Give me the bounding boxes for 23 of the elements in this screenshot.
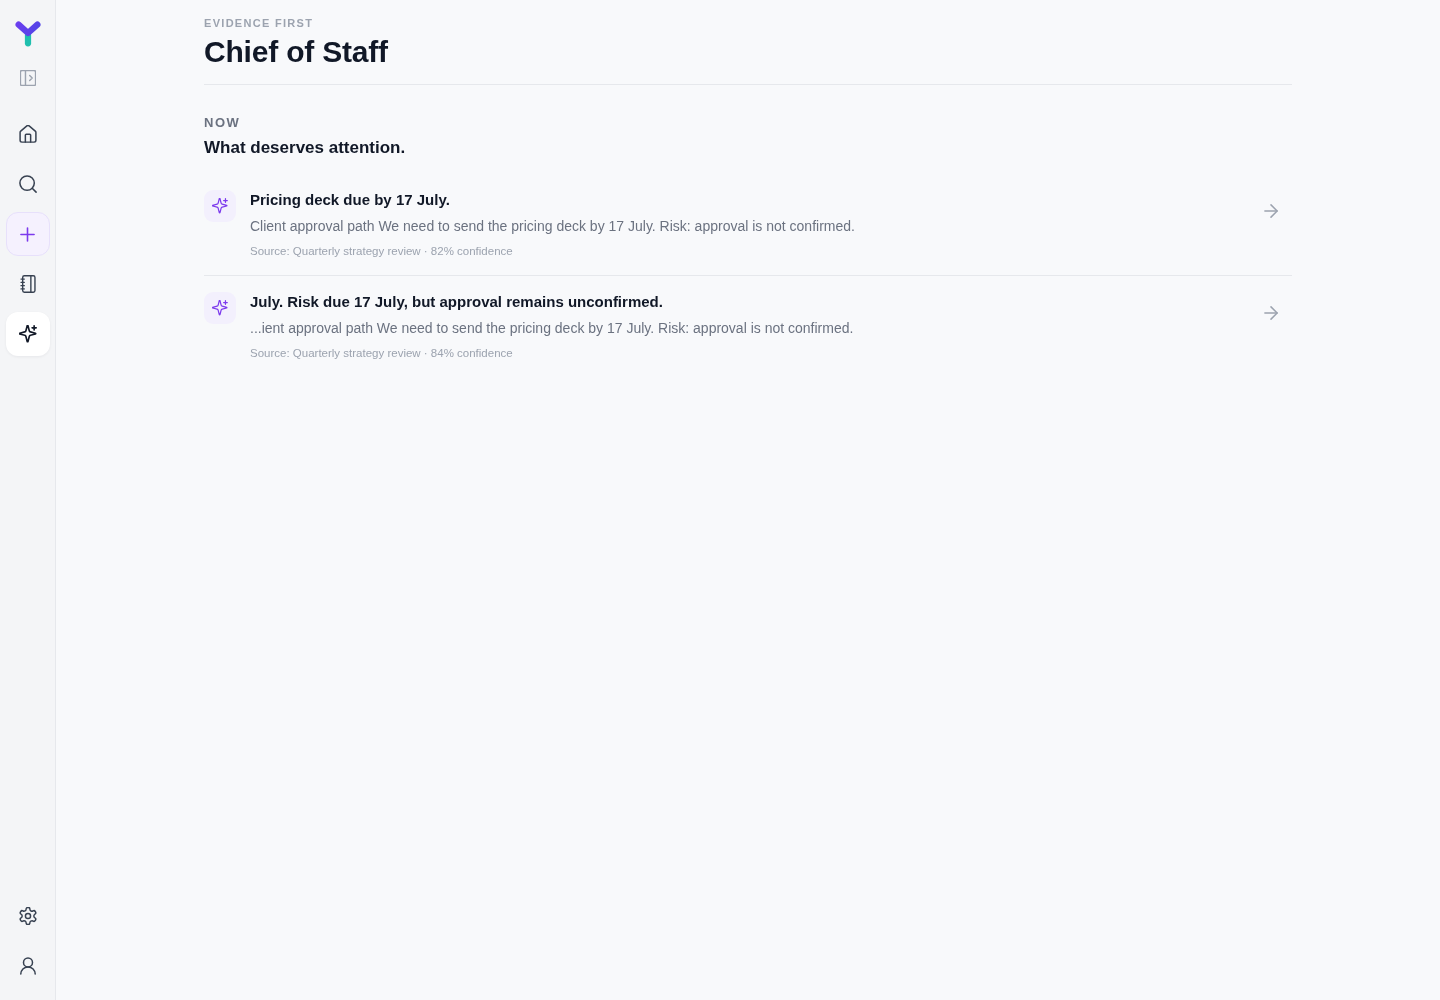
sparkles-icon [18,325,37,343]
insight-summary: Client approval path We need to send the pricing deck by 17 July. Risk: approval is not confirmed. [250,217,855,236]
sidebar-toggle-button[interactable] [17,68,38,88]
panel-icon [19,70,36,86]
section-eyebrow: NOW [204,115,241,131]
insight-source: Source: Quarterly strategy review · 82% confidence [250,244,513,259]
sparkles-icon [204,292,236,324]
insight-summary: ...ient approval path We need to send the pricing deck by 17 July. Risk: approval is not confirmed. [250,319,854,338]
user-icon [18,957,37,975]
home-icon [18,125,37,143]
insight-title[interactable]: July. Risk due 17 July, but approval remains unconfirmed. [250,292,663,312]
logo-icon[interactable] [14,20,41,48]
insight-source: Source: Quarterly strategy review · 84% confidence [250,346,513,361]
sparkles-icon [204,190,236,222]
page-title: Chief of Staff [204,34,388,70]
insight-title[interactable]: Pricing deck due by 17 July. [250,190,450,210]
sparkles-button[interactable] [5,312,50,356]
plus-icon [20,226,35,242]
search-icon [18,175,37,193]
section-heading: What deserves attention. [204,137,406,159]
notebook-icon [18,275,37,293]
page-eyebrow: EVIDENCE FIRST [204,16,314,30]
settings-icon [18,907,37,925]
